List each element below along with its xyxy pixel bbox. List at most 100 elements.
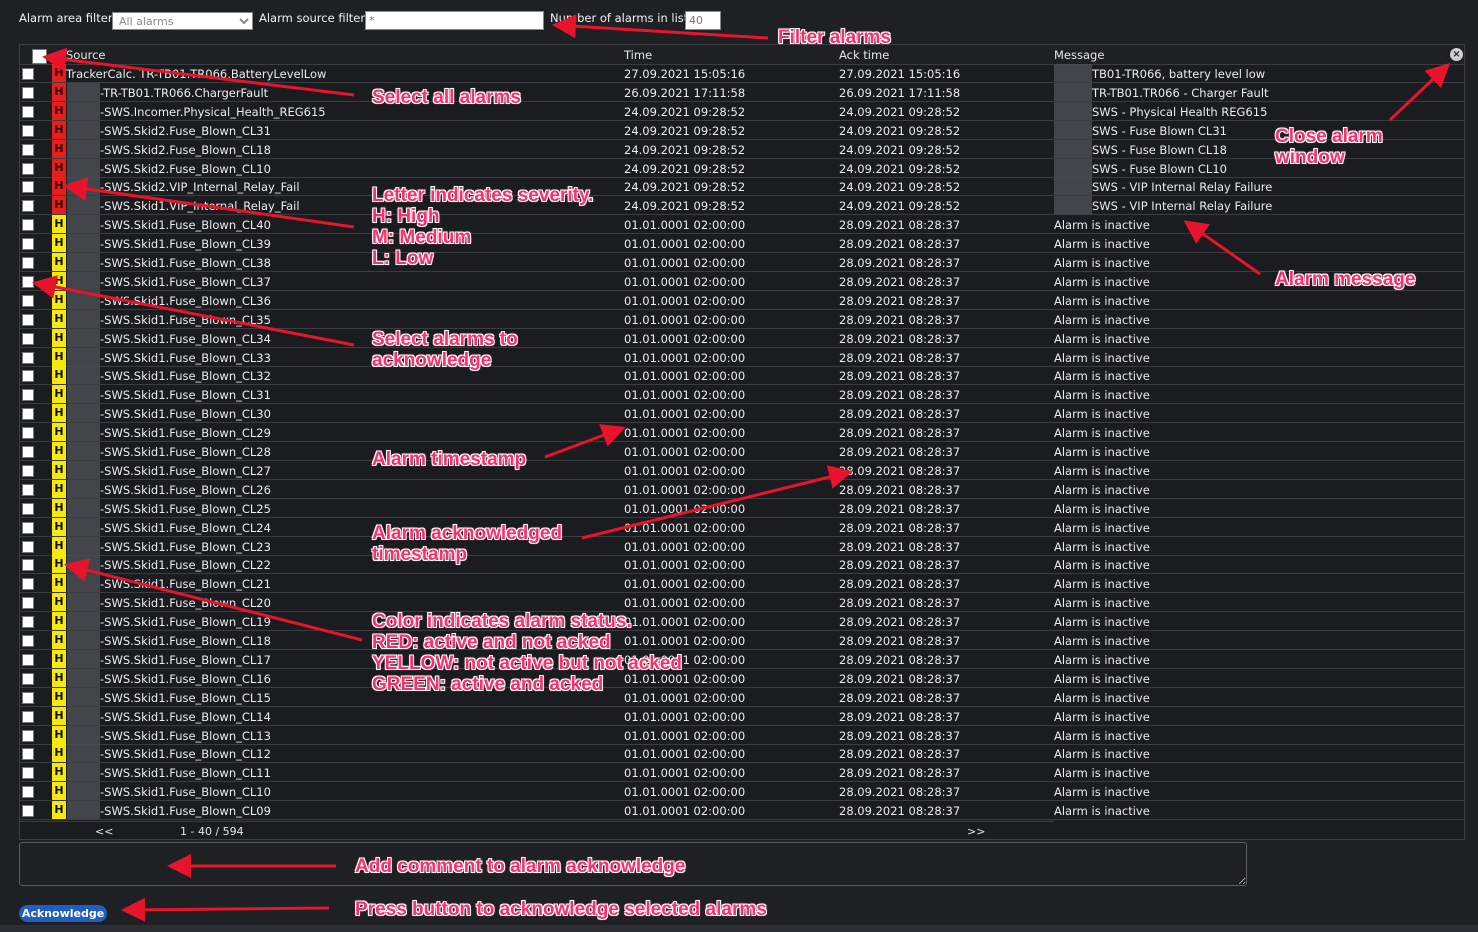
row-checkbox[interactable] <box>22 389 34 402</box>
row-checkbox[interactable] <box>22 464 34 477</box>
alarm-row[interactable]: H -SWS.Skid1.Fuse_Blown_CL10 01.01.0001 02… <box>20 782 1464 802</box>
row-checkbox[interactable] <box>22 370 34 383</box>
area-filter-select[interactable]: All alarms <box>112 12 253 30</box>
row-checkbox[interactable] <box>22 502 34 515</box>
alarm-row[interactable]: H -SWS.Skid1.Fuse_Blown_CL39 01.01.0001 02… <box>20 234 1464 254</box>
row-checkbox[interactable] <box>22 257 34 269</box>
row-checkbox[interactable] <box>22 597 34 610</box>
alarm-row[interactable]: H -SWS.Skid1.Fuse_Blown_CL35 01.01.0001 02… <box>20 309 1464 329</box>
column-time[interactable]: Time <box>624 48 652 62</box>
time-cell: 01.01.0001 02:00:00 <box>624 785 746 800</box>
row-checkbox[interactable] <box>22 86 34 99</box>
alarm-row[interactable]: H -SWS.Skid1.Fuse_Blown_CL15 01.01.0001 02… <box>20 687 1464 707</box>
row-checkbox[interactable] <box>22 68 34 80</box>
alarm-row[interactable]: H TrackerCalc. TR-TB01.TR066.BatteryLevel… <box>20 64 1464 83</box>
acknowledge-button[interactable]: Acknowledge <box>19 905 107 922</box>
row-checkbox[interactable] <box>22 653 34 666</box>
alarm-row[interactable]: H -SWS.Skid1.Fuse_Blown_CL31 01.01.0001 02… <box>20 385 1464 405</box>
alarm-row[interactable]: H -SWS.Skid1.Fuse_Blown_CL29 01.01.0001 02… <box>20 423 1464 443</box>
column-source[interactable]: Source <box>66 48 106 62</box>
alarm-row[interactable]: H -SWS.Skid1.Fuse_Blown_CL21 01.01.0001 02… <box>20 574 1464 594</box>
alarm-count-input[interactable] <box>685 11 721 30</box>
column-message[interactable]: Message <box>1054 48 1104 62</box>
alarm-row[interactable]: H -SWS.Skid1.Fuse_Blown_CL19 01.01.0001 02… <box>20 612 1464 632</box>
alarm-row[interactable]: H -SWS.Skid1.Fuse_Blown_CL18 01.01.0001 02… <box>20 631 1464 650</box>
row-checkbox[interactable] <box>22 162 34 175</box>
alarm-row[interactable]: H -SWS.Skid1.Fuse_Blown_CL25 01.01.0001 02… <box>20 498 1464 518</box>
time-cell: 01.01.0001 02:00:00 <box>624 274 746 289</box>
alarm-row[interactable]: H -SWS.Skid1.Fuse_Blown_CL14 01.01.0001 02… <box>20 706 1464 726</box>
alarm-row[interactable]: H -SWS.Skid1.Fuse_Blown_CL30 01.01.0001 02… <box>20 404 1464 424</box>
alarm-row[interactable]: H -SWS.Skid1.Fuse_Blown_CL40 01.01.0001 02… <box>20 215 1464 235</box>
alarm-row[interactable]: H -SWS.Skid1.Fuse_Blown_CL28 01.01.0001 02… <box>20 442 1464 461</box>
alarm-row[interactable]: H -SWS.Skid1.Fuse_Blown_CL32 01.01.0001 02… <box>20 366 1464 386</box>
next-page-button[interactable]: >> <box>967 825 985 838</box>
alarm-row[interactable]: H -SWS.Skid1.Fuse_Blown_CL17 01.01.0001 02… <box>20 649 1464 669</box>
row-checkbox[interactable] <box>22 313 34 326</box>
row-checkbox[interactable] <box>22 767 34 780</box>
alarm-row[interactable]: H -SWS.Skid1.Fuse_Blown_CL27 01.01.0001 02… <box>20 460 1464 480</box>
row-checkbox[interactable] <box>22 710 34 723</box>
row-checkbox[interactable] <box>22 181 34 194</box>
row-checkbox[interactable] <box>22 786 34 799</box>
alarm-row[interactable]: H -SWS.Skid2.VIP_Internal_Relay_Fail 24.09… <box>20 177 1464 197</box>
source-cell: -SWS.Skid1.Fuse_Blown_CL27 <box>100 463 271 478</box>
severity-badge: H <box>52 366 66 385</box>
alarm-row[interactable]: H -SWS.Skid1.Fuse_Blown_CL12 01.01.0001 02… <box>20 744 1464 764</box>
time-cell: 01.01.0001 02:00:00 <box>624 709 746 724</box>
row-checkbox[interactable] <box>22 635 34 647</box>
close-icon[interactable]: × <box>1450 48 1463 61</box>
row-checkbox[interactable] <box>22 238 34 251</box>
prev-page-button[interactable]: << <box>95 825 113 838</box>
row-checkbox[interactable] <box>22 294 34 307</box>
row-checkbox[interactable] <box>22 143 34 156</box>
row-checkbox[interactable] <box>22 805 34 818</box>
row-checkbox[interactable] <box>22 124 34 137</box>
alarm-row[interactable]: H -SWS.Skid1.Fuse_Blown_CL36 01.01.0001 02… <box>20 290 1464 310</box>
alarm-row[interactable]: H -SWS.Skid2.Fuse_Blown_CL18 24.09.2021 09… <box>20 139 1464 159</box>
alarm-row[interactable]: H -SWS.Skid1.Fuse_Blown_CL22 01.01.0001 02… <box>20 555 1464 575</box>
alarm-row[interactable]: H -SWS.Skid2.Fuse_Blown_CL10 24.09.2021 09… <box>20 158 1464 178</box>
alarm-row[interactable]: H -SWS.Incomer.Physical_Health_REG615 24.0… <box>20 101 1464 121</box>
alarm-row[interactable]: H -SWS.Skid1.Fuse_Blown_CL11 01.01.0001 02… <box>20 763 1464 783</box>
alarm-row[interactable]: H -SWS.Skid1.Fuse_Blown_CL09 01.01.0001 02… <box>20 801 1464 821</box>
row-checkbox[interactable] <box>22 351 34 364</box>
alarm-row[interactable]: H -SWS.Skid1.Fuse_Blown_CL26 01.01.0001 02… <box>20 479 1464 499</box>
row-checkbox[interactable] <box>22 578 34 591</box>
row-checkbox[interactable] <box>22 275 34 288</box>
alarm-row[interactable]: H -SWS.Skid2.Fuse_Blown_CL31 24.09.2021 09… <box>20 120 1464 140</box>
row-checkbox[interactable] <box>22 616 34 629</box>
alarm-row[interactable]: H -SWS.Skid1.Fuse_Blown_CL38 01.01.0001 02… <box>20 253 1464 272</box>
row-checkbox[interactable] <box>22 672 34 685</box>
alarm-row[interactable]: H -SWS.Skid1.Fuse_Blown_CL37 01.01.0001 02… <box>20 271 1464 291</box>
row-checkbox[interactable] <box>22 332 34 345</box>
alarm-row[interactable]: H -SWS.Skid1.Fuse_Blown_CL33 01.01.0001 02… <box>20 347 1464 367</box>
alarm-row[interactable]: H -SWS.Skid1.VIP_Internal_Relay_Fail 24.09… <box>20 196 1464 216</box>
row-checkbox[interactable] <box>22 446 34 458</box>
alarm-row[interactable]: H -SWS.Skid1.Fuse_Blown_CL20 01.01.0001 02… <box>20 593 1464 613</box>
row-checkbox[interactable] <box>22 691 34 704</box>
row-checkbox[interactable] <box>22 729 34 742</box>
alarm-row[interactable]: H -SWS.Skid1.Fuse_Blown_CL23 01.01.0001 02… <box>20 536 1464 556</box>
column-ack-time[interactable]: Ack time <box>839 48 889 62</box>
alarm-row[interactable]: H -SWS.Skid1.Fuse_Blown_CL16 01.01.0001 02… <box>20 668 1464 688</box>
note-timestamp: Alarm timestamp <box>372 449 527 470</box>
alarm-row[interactable]: H -SWS.Skid1.Fuse_Blown_CL13 01.01.0001 02… <box>20 725 1464 745</box>
row-checkbox[interactable] <box>22 408 34 421</box>
select-all-checkbox[interactable] <box>32 49 47 64</box>
row-checkbox[interactable] <box>22 483 34 496</box>
alarm-row[interactable]: H -SWS.Skid1.Fuse_Blown_CL34 01.01.0001 02… <box>20 328 1464 348</box>
severity-badge: H <box>52 385 66 404</box>
source-filter-input[interactable] <box>365 11 544 30</box>
row-checkbox[interactable] <box>22 105 34 118</box>
alarm-row[interactable]: H -TR-TB01.TR066.ChargerFault 26.09.2021 1… <box>20 82 1464 102</box>
redacted-block <box>1054 158 1092 177</box>
alarm-row[interactable]: H -SWS.Skid1.Fuse_Blown_CL24 01.01.0001 02… <box>20 517 1464 537</box>
row-checkbox[interactable] <box>22 748 34 761</box>
row-checkbox[interactable] <box>22 540 34 553</box>
row-checkbox[interactable] <box>22 521 34 534</box>
row-checkbox[interactable] <box>22 559 34 572</box>
row-checkbox[interactable] <box>22 219 34 232</box>
row-checkbox[interactable] <box>22 427 34 440</box>
row-checkbox[interactable] <box>22 200 34 213</box>
